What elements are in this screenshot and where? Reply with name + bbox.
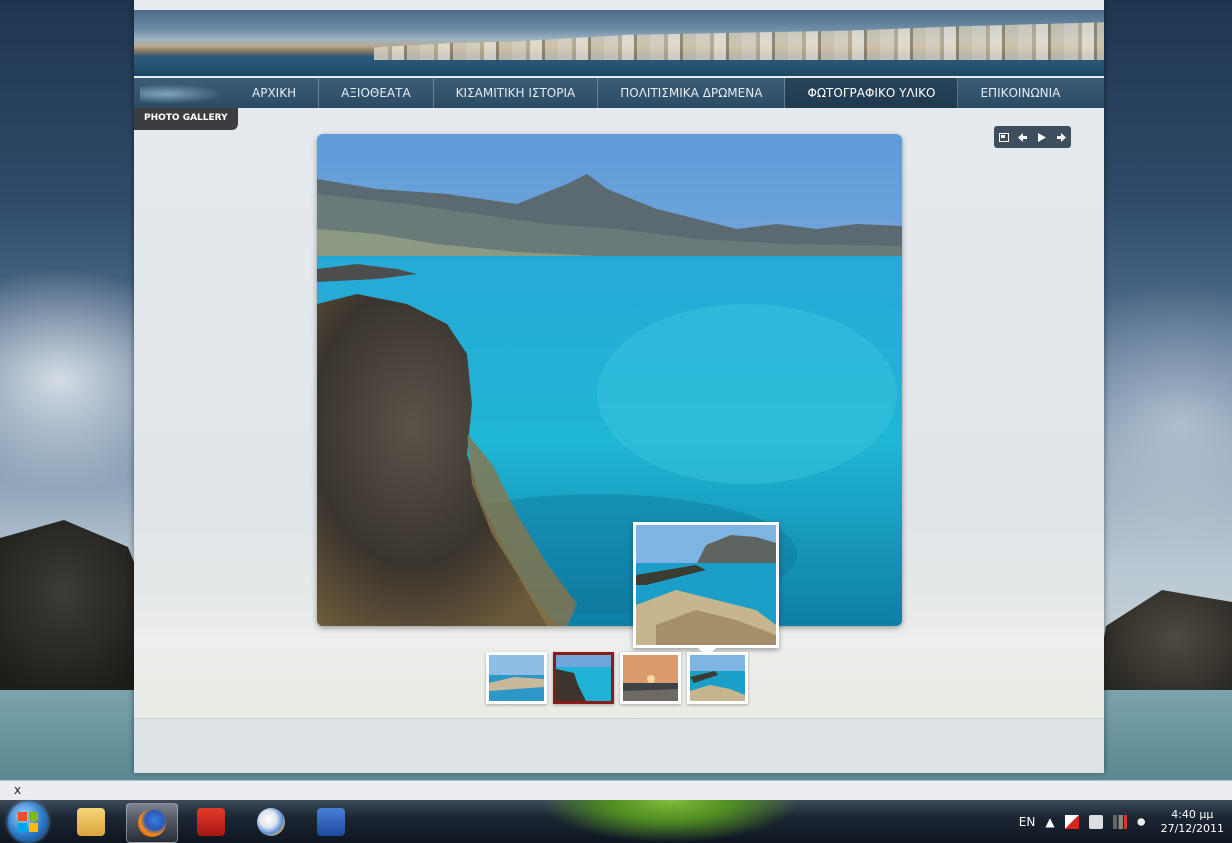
- clock[interactable]: 4:40 μμ 27/12/2011: [1161, 808, 1224, 836]
- acrobat-icon: [197, 808, 225, 836]
- header-banner: [134, 10, 1104, 76]
- power-icon[interactable]: [1088, 815, 1103, 829]
- nav-item-contact[interactable]: ΕΠΙΚΟΙΝΩΝΙΑ: [958, 78, 1082, 108]
- language-indicator[interactable]: EN: [1019, 815, 1036, 829]
- nav-item-history[interactable]: ΚΙΣΑΜΙΤΙΚΗ ΙΣΤΟΡΙΑ: [434, 78, 599, 108]
- nav-item-photos[interactable]: ΦΩΤΟΓΡΑΦΙΚΟ ΥΛΙΚΟ: [785, 78, 959, 108]
- clock-date: 27/12/2011: [1160, 822, 1224, 835]
- word-icon: [317, 808, 345, 836]
- action-center-icon[interactable]: [1064, 815, 1079, 829]
- paint-icon: [257, 808, 285, 836]
- banner-town-image: [374, 22, 1104, 60]
- browser-status-bar: x: [0, 780, 1232, 801]
- website-frame: ΑΡΧΙΚΗ ΑΞΙΟΘΕΑΤΑ ΚΙΣΑΜΙΤΙΚΗ ΙΣΤΟΡΙΑ ΠΟΛΙ…: [134, 0, 1104, 773]
- start-button[interactable]: [8, 802, 48, 842]
- next-icon[interactable]: [1054, 132, 1068, 142]
- play-icon[interactable]: [1035, 132, 1049, 142]
- taskbar-explorer[interactable]: [66, 803, 116, 841]
- close-status-button[interactable]: x: [14, 783, 21, 797]
- clock-time: 4:40 μμ: [1171, 808, 1214, 821]
- nav-logo: [134, 78, 230, 108]
- photo-gallery-tab: PHOTO GALLERY: [134, 108, 238, 130]
- nav-item-sights[interactable]: ΑΞΙΟΘΕΑΤΑ: [319, 78, 434, 108]
- thumbnail-lagoon-rocks[interactable]: [553, 652, 614, 704]
- prev-icon[interactable]: [1016, 132, 1030, 142]
- windows-taskbar: EN ▲ 4:40 μμ 27/12/2011: [0, 800, 1232, 843]
- main-nav: ΑΡΧΙΚΗ ΑΞΙΟΘΕΑΤΑ ΚΙΣΑΜΙΤΙΚΗ ΙΣΤΟΡΙΑ ΠΟΛΙ…: [134, 78, 1104, 108]
- volume-icon[interactable]: [1136, 815, 1151, 829]
- explorer-icon: [77, 808, 105, 836]
- main-photo: [317, 134, 902, 626]
- gallery-controls: [994, 126, 1071, 148]
- windows-logo-icon: [18, 812, 38, 832]
- firefox-icon: [138, 809, 166, 837]
- taskbar-paint[interactable]: [246, 803, 296, 841]
- thumbnail-rocky-coast[interactable]: [687, 652, 748, 704]
- fullscreen-icon[interactable]: [997, 132, 1011, 142]
- nav-item-culture[interactable]: ΠΟΛΙΤΙΣΜΙΚΑ ΔΡΩΜΕΝΑ: [598, 78, 786, 108]
- show-hidden-icons-icon[interactable]: ▲: [1045, 815, 1054, 829]
- network-icon[interactable]: [1112, 815, 1127, 829]
- nav-item-home[interactable]: ΑΡΧΙΚΗ: [230, 78, 320, 108]
- system-tray: EN ▲ 4:40 μμ 27/12/2011: [1019, 806, 1224, 838]
- taskbar-word[interactable]: [306, 803, 356, 841]
- thumbnail-sunset[interactable]: [620, 652, 681, 704]
- taskbar-firefox[interactable]: [126, 803, 178, 843]
- thumbnail-strip: [486, 652, 748, 704]
- thumbnail-hover-preview: [633, 522, 779, 657]
- taskbar-acrobat[interactable]: [186, 803, 236, 841]
- thumbnail-beach[interactable]: [486, 652, 547, 704]
- site-footer: [134, 718, 1104, 773]
